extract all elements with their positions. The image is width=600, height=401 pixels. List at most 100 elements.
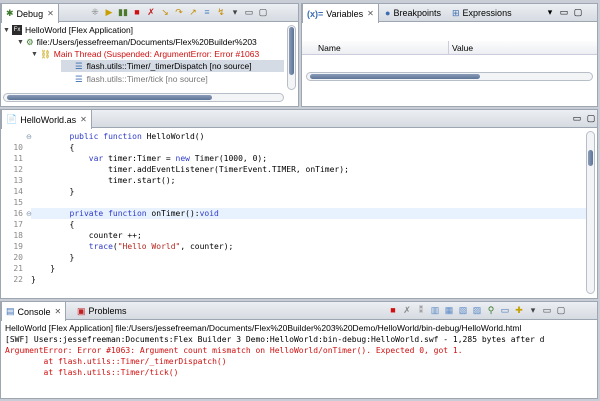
debug-vertical-scrollbar[interactable] [287, 25, 296, 90]
step-over-icon[interactable]: ↷ [173, 6, 185, 18]
tree-item-thread[interactable]: ▼ ⛓ Main Thread (Suspended: ArgumentErro… [31, 48, 284, 60]
close-icon[interactable]: ✕ [80, 115, 87, 124]
scroll-lock-icon[interactable]: ▦ [443, 304, 455, 316]
stack-frame[interactable]: ☰ flash.utils::Timer/tick [no source] [75, 73, 284, 85]
code-line[interactable]: 11 var timer:Timer = new Timer(1000, 0); [1, 153, 585, 164]
flex-app-icon: Fx [12, 25, 22, 35]
column-value[interactable]: Value [452, 43, 473, 53]
scrollbar-thumb[interactable] [588, 150, 593, 166]
code-line[interactable]: 19 trace("Hello World", counter); [1, 241, 585, 252]
remove-terminated-icon[interactable]: ⁜ [89, 6, 101, 18]
clear-console-icon[interactable]: ▥ [429, 304, 441, 316]
view-menu-icon[interactable]: ▾ [527, 304, 539, 316]
maximize-icon[interactable]: ▢ [257, 6, 269, 18]
column-name[interactable]: Name [318, 43, 341, 53]
disconnect-icon[interactable]: ✗ [145, 6, 157, 18]
code-line[interactable]: 12 timer.addEventListener(TimerEvent.TIM… [1, 164, 585, 175]
collapse-arrow-icon[interactable]: ▼ [31, 51, 40, 58]
line-number: 20 [13, 253, 23, 262]
console-view: ▤ Console ✕ ▣ Problems ■ ✗ ⁑ ▥ ▦ ▧ ▨ ⚲ ▭… [0, 301, 598, 399]
collapse-arrow-icon[interactable]: ▼ [3, 27, 12, 34]
debug-horizontal-scrollbar[interactable] [3, 93, 284, 102]
code-line[interactable]: 17 { [1, 219, 585, 230]
minimize-icon[interactable]: ▭ [243, 6, 255, 18]
minimize-icon[interactable]: ▭ [541, 304, 553, 316]
editor-tabbar: 📄 HelloWorld.as ✕ ▭ ▢ [1, 110, 597, 129]
tab-editor-label: HelloWorld.as [20, 114, 77, 125]
maximize-icon[interactable]: ▢ [585, 112, 597, 124]
close-icon[interactable]: ✕ [47, 9, 54, 18]
tab-debug[interactable]: ✱ Debug ✕ [1, 4, 59, 23]
variables-toolbar: ▾ ▭ ▢ [544, 6, 584, 18]
process-icon: ⚙ [26, 36, 34, 47]
editor-vertical-scrollbar[interactable] [586, 131, 595, 294]
debug-toolbar: ⁜ ▶ ▮▮ ■ ✗ ↘ ↷ ↗ ≡ ↯ ▾ ▭ ▢ [89, 6, 269, 18]
console-header: HelloWorld [Flex Application] file:/User… [5, 323, 522, 333]
step-into-icon[interactable]: ↘ [159, 6, 171, 18]
breakpoints-icon: ● [385, 8, 391, 18]
code-line[interactable]: 20 } [1, 252, 585, 263]
code-line[interactable]: 16 private function onTimer():void [1, 208, 585, 219]
maximize-icon[interactable]: ▢ [572, 6, 584, 18]
tab-variables[interactable]: (x)= Variables ✕ [302, 4, 379, 23]
tab-breakpoints[interactable]: ● Breakpoints [381, 4, 445, 22]
tree-item-application[interactable]: ▼ Fx HelloWorld [Flex Application] [3, 24, 284, 36]
editor-toolbar: ▭ ▢ [571, 112, 597, 124]
terminate-icon[interactable]: ■ [387, 304, 399, 316]
code-line[interactable]: 21 } [1, 263, 585, 274]
close-icon[interactable]: ✕ [55, 307, 62, 316]
code-line[interactable]: 10 { [1, 142, 585, 153]
view-menu-icon[interactable]: ▾ [229, 6, 241, 18]
code-text: trace("Hello World", counter); [27, 242, 234, 251]
code-text: } [27, 187, 75, 196]
column-divider[interactable] [448, 41, 449, 54]
tab-problems[interactable]: ▣ Problems [73, 302, 131, 320]
code-token: onTimer(): [146, 209, 200, 218]
step-filters-icon[interactable]: ↯ [215, 6, 227, 18]
show-on-output-icon[interactable]: ▧ [457, 304, 469, 316]
keyword-token: new [175, 154, 190, 163]
drop-to-frame-icon[interactable]: ≡ [201, 6, 213, 18]
tab-console[interactable]: ▤ Console ✕ [1, 302, 67, 321]
line-number: 14 [13, 187, 23, 196]
open-console-icon[interactable]: ✚ [513, 304, 525, 316]
scrollbar-thumb[interactable] [310, 74, 480, 79]
step-return-icon[interactable]: ↗ [187, 6, 199, 18]
code-line[interactable]: 14 } [1, 186, 585, 197]
remove-launch-icon[interactable]: ✗ [401, 304, 413, 316]
show-on-error-icon[interactable]: ▨ [471, 304, 483, 316]
minimize-icon[interactable]: ▭ [571, 112, 583, 124]
variables-horizontal-scrollbar[interactable] [306, 72, 593, 81]
code-token: timer.addEventListener(TimerEvent.TIMER,… [31, 165, 349, 174]
variables-tabbar: (x)= Variables ✕ ● Breakpoints ⊞ Express… [302, 4, 597, 23]
code-area[interactable]: ⊖ ⊖ public function HelloWorld() 10 {11 v… [1, 129, 597, 298]
maximize-icon[interactable]: ▢ [555, 304, 567, 316]
code-line[interactable]: public function HelloWorld() [1, 131, 585, 142]
variables-table: Name Value [302, 41, 597, 55]
minimize-icon[interactable]: ▭ [558, 6, 570, 18]
suspend-icon[interactable]: ▮▮ [117, 6, 129, 18]
display-console-icon[interactable]: ▭ [499, 304, 511, 316]
console-output[interactable]: [SWF] Users:jessefreeman:Documents:Flex … [5, 335, 593, 398]
view-menu-icon[interactable]: ▾ [544, 6, 556, 18]
code-line[interactable]: 15 [1, 197, 585, 208]
tree-item-process[interactable]: ▼ ⚙ file:/Users/jessefreeman/Documents/F… [17, 36, 284, 48]
close-icon[interactable]: ✕ [367, 9, 374, 18]
tab-expressions[interactable]: ⊞ Expressions [448, 4, 516, 22]
resume-icon[interactable]: ▶ [103, 6, 115, 18]
terminate-icon[interactable]: ■ [131, 6, 143, 18]
code-line[interactable]: 22} [1, 274, 585, 285]
collapse-arrow-icon[interactable]: ▼ [17, 39, 26, 46]
debug-view: ✱ Debug ✕ ⁜ ▶ ▮▮ ■ ✗ ↘ ↷ ↗ ≡ ↯ ▾ ▭ ▢ ▼ F… [0, 3, 299, 107]
tab-helloworld-as[interactable]: 📄 HelloWorld.as ✕ [1, 110, 92, 129]
code-line[interactable]: 18 counter ++; [1, 230, 585, 241]
scrollbar-thumb[interactable] [7, 95, 212, 100]
pin-console-icon[interactable]: ⚲ [485, 304, 497, 316]
remove-all-terminated-icon[interactable]: ⁑ [415, 304, 427, 316]
code-token: { [31, 143, 75, 152]
code-line[interactable]: 13 timer.start(); [1, 175, 585, 186]
stack-frame-selected[interactable]: ☰ flash.utils::Timer/_timerDispatch [no … [61, 60, 284, 72]
scrollbar-thumb[interactable] [289, 27, 294, 75]
